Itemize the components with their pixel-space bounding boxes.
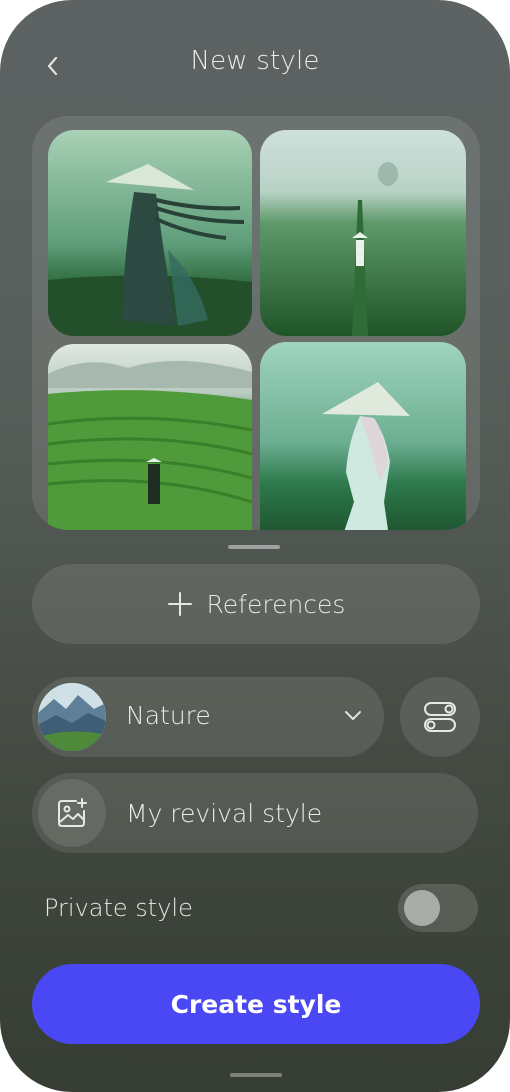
category-dropdown[interactable]: Nature xyxy=(32,677,384,757)
chevron-down-icon xyxy=(344,707,362,726)
home-indicator xyxy=(230,1073,282,1077)
gallery-image-terraced-rice-hills-figure[interactable] xyxy=(48,344,252,530)
style-name-input[interactable] xyxy=(126,791,456,835)
sheet-drag-handle[interactable] xyxy=(228,545,280,549)
create-style-button[interactable]: Create style xyxy=(32,964,480,1044)
gallery-image-woman-conical-hat-back-view[interactable] xyxy=(260,342,466,530)
gallery-image-figure-walking-misty-rice-field[interactable] xyxy=(260,130,466,336)
category-label: Nature xyxy=(126,701,211,730)
gallery-image-woman-conical-hat-windy-field[interactable] xyxy=(48,130,252,336)
toggles-icon xyxy=(424,702,456,732)
private-style-label: Private style xyxy=(44,894,193,922)
plus-icon xyxy=(167,591,193,617)
references-label: References xyxy=(206,589,346,619)
add-cover-image-button[interactable] xyxy=(38,779,106,847)
category-thumbnail xyxy=(38,683,106,751)
toggle-knob xyxy=(404,890,440,926)
private-style-toggle[interactable] xyxy=(398,884,478,932)
add-image-icon xyxy=(58,798,87,827)
style-name-field xyxy=(32,773,478,853)
style-settings-button[interactable] xyxy=(400,677,480,757)
phone-screen: New style References Nature My revival s… xyxy=(0,0,510,1092)
add-references-button[interactable]: References xyxy=(32,564,480,644)
reference-gallery xyxy=(32,116,480,530)
page-title: New style xyxy=(190,46,320,76)
